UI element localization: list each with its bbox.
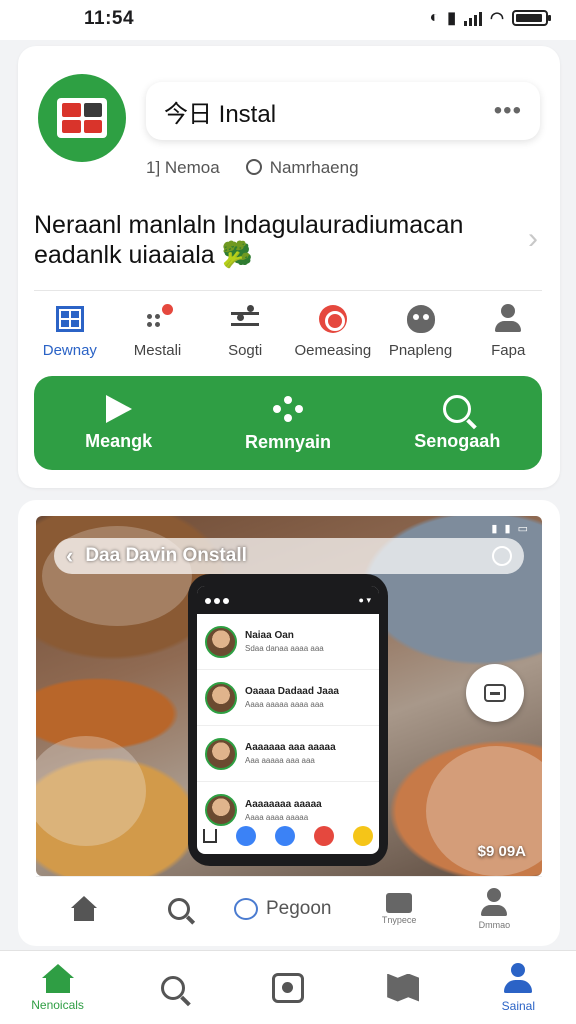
avatar	[205, 794, 237, 826]
category-dewnay[interactable]: Dewnay	[26, 302, 114, 359]
notification-icon: ◐	[429, 9, 440, 26]
wifi-icon: ◠	[490, 10, 504, 27]
media-person-button[interactable]: Dmmao	[454, 887, 534, 930]
person-icon	[479, 887, 509, 918]
map-icon	[387, 973, 420, 1002]
title-pill[interactable]: 今日 Instal •••	[146, 82, 540, 140]
store-icon	[57, 98, 107, 138]
dots-grid-icon	[145, 304, 173, 332]
divider	[34, 290, 542, 291]
comment-button[interactable]: Pegoon	[233, 897, 344, 920]
signal-icon	[464, 10, 483, 26]
status-time: 11:54	[84, 8, 135, 29]
media-search-button[interactable]	[139, 897, 219, 920]
app-title: 今日 Instal	[164, 100, 277, 128]
tab-home[interactable]: Nenoicals	[13, 963, 103, 1012]
red-icon[interactable]	[314, 826, 334, 846]
tab-search[interactable]	[128, 975, 218, 1000]
blue-icon[interactable]	[236, 826, 256, 846]
price-tag: $9 09A	[477, 843, 526, 860]
battery-icon	[512, 10, 551, 26]
media-home-button[interactable]	[44, 895, 124, 922]
phone-mockup: ● ▾ Naiaa Oan Sdaa danaa aaaa aaa Oaaaa …	[188, 574, 388, 866]
meta-count: 1] Nemoa	[146, 158, 220, 177]
sliders-icon	[231, 305, 260, 331]
person-icon	[493, 304, 523, 334]
headline-line2: eadanlk uiaaiala 🥦	[34, 241, 253, 269]
tray-button[interactable]: Tnypece	[359, 892, 439, 925]
photo-search-icon[interactable]	[492, 546, 512, 566]
message-fab[interactable]	[466, 664, 524, 722]
photo-status-icons: ▮ ▮ ▭	[491, 523, 530, 535]
category-sogti[interactable]: Sogti	[201, 302, 289, 359]
leaf-emoji: 🥦	[221, 241, 253, 269]
avatar	[205, 625, 237, 658]
category-mestali[interactable]: Mestali	[114, 302, 202, 359]
emoji-icon[interactable]	[353, 826, 373, 846]
person-icon	[503, 962, 533, 995]
search-icon	[160, 975, 185, 1000]
avatar	[205, 681, 237, 714]
tab-map[interactable]	[358, 973, 448, 1002]
media-actions: Pegoon Tnypece Dmmao	[36, 876, 542, 940]
more-options-icon[interactable]: •••	[494, 97, 522, 125]
sim-icon: ▮	[447, 10, 457, 27]
play-action-button[interactable]: Meangk	[49, 394, 189, 452]
action-bar: Meangk Remnyain Senogaah	[34, 376, 542, 470]
home-icon	[41, 963, 74, 994]
category-pnapleng[interactable]: Pnapleng	[377, 302, 465, 359]
back-icon[interactable]: ‹	[66, 543, 73, 569]
tab-camera[interactable]	[243, 972, 333, 1003]
category-row: Dewnay Mestali Sogti Oemeasing Pnapleng …	[26, 302, 552, 359]
phone-header: ● ▾	[197, 586, 379, 614]
status-bar: 11:54 ◐ ▮ ◠	[0, 0, 576, 40]
comment-icon	[233, 897, 258, 920]
location-icon	[245, 159, 262, 175]
chevron-right-icon[interactable]: ›	[528, 222, 538, 256]
meta-location[interactable]: Namrhaeng	[245, 158, 359, 178]
headline-line1: Neraanl manlaln Indagulauradiumacan	[34, 211, 464, 239]
photo-header: ‹ Daa Davin Onstall	[54, 538, 524, 574]
home-icon[interactable]	[203, 829, 217, 843]
avatar	[205, 737, 237, 770]
blue-icon[interactable]	[275, 826, 295, 846]
play-icon	[105, 394, 132, 423]
meta-row: 1] Nemoa Namrhaeng	[146, 158, 359, 178]
share-action-button[interactable]: Remnyain	[218, 394, 358, 453]
chat-row[interactable]: Naiaa Oan Sdaa danaa aaaa aaa	[197, 614, 379, 670]
chat-row[interactable]: Aaaaaaa aaa aaaaa Aaa aaaaa aaa aaa	[197, 726, 379, 782]
category-oemeasing[interactable]: Oemeasing	[289, 302, 377, 359]
media-card: ▮ ▮ ▭ ‹ Daa Davin Onstall ● ▾ Naiaa Oan …	[18, 500, 560, 946]
search-badge-icon	[318, 305, 347, 333]
chat-row[interactable]: Oaaaa Dadaad Jaaa Aaaa aaaaa aaaa aaa	[197, 670, 379, 726]
home-icon	[70, 895, 98, 922]
bottom-tab-bar: Nenoicals Sainal	[0, 950, 576, 1024]
header-card: 今日 Instal ••• 1] Nemoa Namrhaeng Neraanl…	[18, 46, 560, 488]
search-icon	[167, 897, 190, 920]
photo-title: Daa Davin Onstall	[85, 545, 247, 566]
category-fapa[interactable]: Fapa	[464, 302, 552, 359]
tab-profile[interactable]: Sainal	[473, 962, 563, 1013]
chat-face-icon	[406, 305, 435, 333]
search-icon	[443, 394, 472, 423]
headline[interactable]: Neraanl manlaln Indagulauradiumacan eada…	[34, 210, 544, 270]
share-icon	[271, 394, 305, 424]
message-icon	[484, 684, 506, 702]
food-photo[interactable]: ▮ ▮ ▭ ‹ Daa Davin Onstall ● ▾ Naiaa Oan …	[36, 516, 542, 876]
camera-icon	[271, 972, 304, 1003]
status-icons: ◐ ▮ ◠	[429, 8, 551, 28]
search-action-button[interactable]: Senogaah	[387, 394, 527, 452]
app-logo[interactable]	[38, 74, 126, 162]
tray-icon	[386, 892, 413, 913]
grid-icon	[55, 306, 84, 332]
phone-nav	[203, 826, 373, 846]
phone-screen: ● ▾ Naiaa Oan Sdaa danaa aaaa aaa Oaaaa …	[197, 586, 379, 854]
